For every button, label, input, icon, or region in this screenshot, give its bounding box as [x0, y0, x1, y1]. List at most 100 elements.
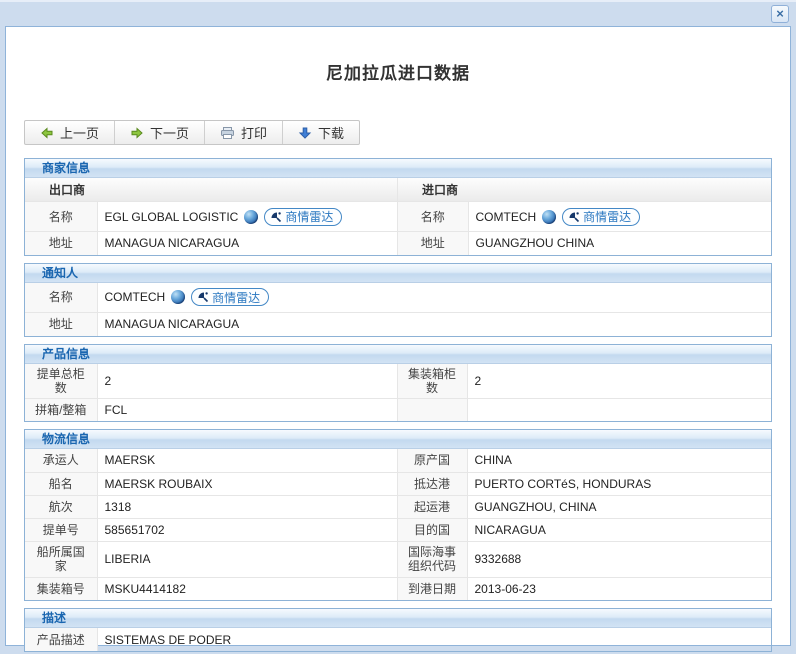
table-row: 名称 COMTECH — [398, 202, 771, 232]
field-label — [397, 398, 467, 421]
radar-badge-label: 商情雷达 — [212, 289, 260, 306]
table-row: 出口商 — [25, 178, 397, 202]
radar-badge[interactable]: 商情雷达 — [264, 208, 342, 226]
notify-address-value: MANAGUA NICARAGUA — [97, 313, 771, 336]
table-row: 地址 GUANGZHOU CHINA — [398, 232, 771, 255]
field-label: 集装箱号 — [25, 577, 97, 600]
field-label: 起运港 — [397, 495, 467, 518]
field-value: 2013-06-23 — [467, 577, 771, 600]
section-notify-party: 通知人 名称 COMTECH — [24, 263, 772, 337]
field-label: 名称 — [25, 283, 97, 313]
exporter-name-value: EGL GLOBAL LOGISTIC — [105, 210, 239, 224]
section-title-product: 产品信息 — [25, 345, 771, 364]
table-row: 进口商 — [398, 178, 771, 202]
table-row: 名称 COMTECH 商情雷达 — [25, 283, 771, 313]
field-value: MSKU4414182 — [97, 577, 397, 600]
radar-badge[interactable]: 商情雷达 — [562, 208, 640, 226]
section-logistics-info: 物流信息 承运人 MAERSK 原产国 CHINA 船名 MAERSK ROUB… — [24, 429, 772, 601]
download-button[interactable]: 下载 — [283, 121, 359, 144]
field-value: 585651702 — [97, 518, 397, 541]
page-title: 尼加拉瓜进口数据 — [24, 59, 772, 84]
table-row: 承运人 MAERSK 原产国 CHINA — [25, 449, 771, 472]
prev-page-label: 上一页 — [60, 123, 99, 142]
next-page-label: 下一页 — [150, 123, 189, 142]
field-value: 2 — [97, 364, 397, 399]
radar-badge-label: 商情雷达 — [285, 208, 333, 225]
print-label: 打印 — [241, 123, 267, 142]
field-value: MAERSK ROUBAIX — [97, 472, 397, 495]
field-label: 集装箱柜数 — [397, 364, 467, 399]
toolbar: 上一页 下一页 打印 下载 — [24, 120, 360, 145]
field-value: 9332688 — [467, 541, 771, 577]
table-row: 地址 MANAGUA NICARAGUA — [25, 313, 771, 336]
prev-page-button[interactable]: 上一页 — [25, 121, 115, 144]
importer-header: 进口商 — [398, 178, 771, 202]
section-title-notify: 通知人 — [25, 264, 771, 283]
importer-name-value: COMTECH — [476, 210, 537, 224]
field-label: 承运人 — [25, 449, 97, 472]
field-label: 地址 — [25, 232, 97, 255]
printer-icon — [220, 126, 235, 140]
section-product-info: 产品信息 提单总柜数 2 集装箱柜数 2 拼箱/整箱 FCL — [24, 344, 772, 423]
section-merchant-info: 商家信息 出口商 名称 EGL GLOBAL LOGISTIC — [24, 158, 772, 256]
field-value: CHINA — [467, 449, 771, 472]
table-row: 船所属国家 LIBERIA 国际海事组织代码 9332688 — [25, 541, 771, 577]
product-description-value: SISTEMAS DE PODER — [97, 628, 771, 651]
field-label: 产品描述 — [25, 628, 97, 651]
field-value: FCL — [97, 398, 397, 421]
arrow-right-icon — [130, 126, 144, 140]
field-value: MAERSK — [97, 449, 397, 472]
section-title-merchant: 商家信息 — [25, 159, 771, 178]
field-label: 船所属国家 — [25, 541, 97, 577]
field-label: 到港日期 — [397, 577, 467, 600]
satellite-dish-icon — [197, 291, 209, 303]
table-row: 航次 1318 起运港 GUANGZHOU, CHINA — [25, 495, 771, 518]
field-label: 国际海事组织代码 — [397, 541, 467, 577]
radar-badge[interactable]: 商情雷达 — [191, 288, 269, 306]
window-top-edge — [0, 0, 796, 2]
field-label: 船名 — [25, 472, 97, 495]
field-value: GUANGZHOU, CHINA — [467, 495, 771, 518]
table-row: 提单总柜数 2 集装箱柜数 2 — [25, 364, 771, 399]
field-label: 目的国 — [397, 518, 467, 541]
table-row: 名称 EGL GLOBAL LOGISTIC — [25, 202, 397, 232]
importer-address-value: GUANGZHOU CHINA — [468, 232, 771, 255]
field-label: 名称 — [25, 202, 97, 232]
print-button[interactable]: 打印 — [205, 121, 283, 144]
table-row: 船名 MAERSK ROUBAIX 抵达港 PUERTO CORTéS, HON… — [25, 472, 771, 495]
field-label: 提单号 — [25, 518, 97, 541]
arrow-down-icon — [298, 126, 312, 140]
exporter-header: 出口商 — [25, 178, 397, 202]
table-row: 地址 MANAGUA NICARAGUA — [25, 232, 397, 255]
field-label: 名称 — [398, 202, 468, 232]
globe-icon[interactable] — [171, 290, 185, 304]
field-value: NICARAGUA — [467, 518, 771, 541]
next-page-button[interactable]: 下一页 — [115, 121, 205, 144]
table-row: 提单号 585651702 目的国 NICARAGUA — [25, 518, 771, 541]
field-label: 地址 — [398, 232, 468, 255]
globe-icon[interactable] — [244, 210, 258, 224]
import-data-dialog: 尼加拉瓜进口数据 上一页 下一页 打印 下载 — [5, 26, 791, 646]
table-row: 产品描述 SISTEMAS DE PODER — [25, 628, 771, 651]
table-row: 集装箱号 MSKU4414182 到港日期 2013-06-23 — [25, 577, 771, 600]
field-label: 拼箱/整箱 — [25, 398, 97, 421]
field-value: 2 — [467, 364, 771, 399]
download-label: 下载 — [318, 123, 344, 142]
table-row: 拼箱/整箱 FCL — [25, 398, 771, 421]
section-title-logistics: 物流信息 — [25, 430, 771, 449]
section-title-description: 描述 — [25, 609, 771, 628]
exporter-address-value: MANAGUA NICARAGUA — [97, 232, 397, 255]
field-label: 提单总柜数 — [25, 364, 97, 399]
field-value: PUERTO CORTéS, HONDURAS — [467, 472, 771, 495]
field-value: LIBERIA — [97, 541, 397, 577]
radar-badge-label: 商情雷达 — [583, 208, 631, 225]
satellite-dish-icon — [270, 211, 282, 223]
field-value: 1318 — [97, 495, 397, 518]
close-icon[interactable]: × — [771, 5, 789, 23]
globe-icon[interactable] — [542, 210, 556, 224]
section-description: 描述 产品描述 SISTEMAS DE PODER — [24, 608, 772, 652]
field-label: 抵达港 — [397, 472, 467, 495]
satellite-dish-icon — [568, 211, 580, 223]
field-label: 地址 — [25, 313, 97, 336]
notify-name-value: COMTECH — [105, 290, 166, 304]
